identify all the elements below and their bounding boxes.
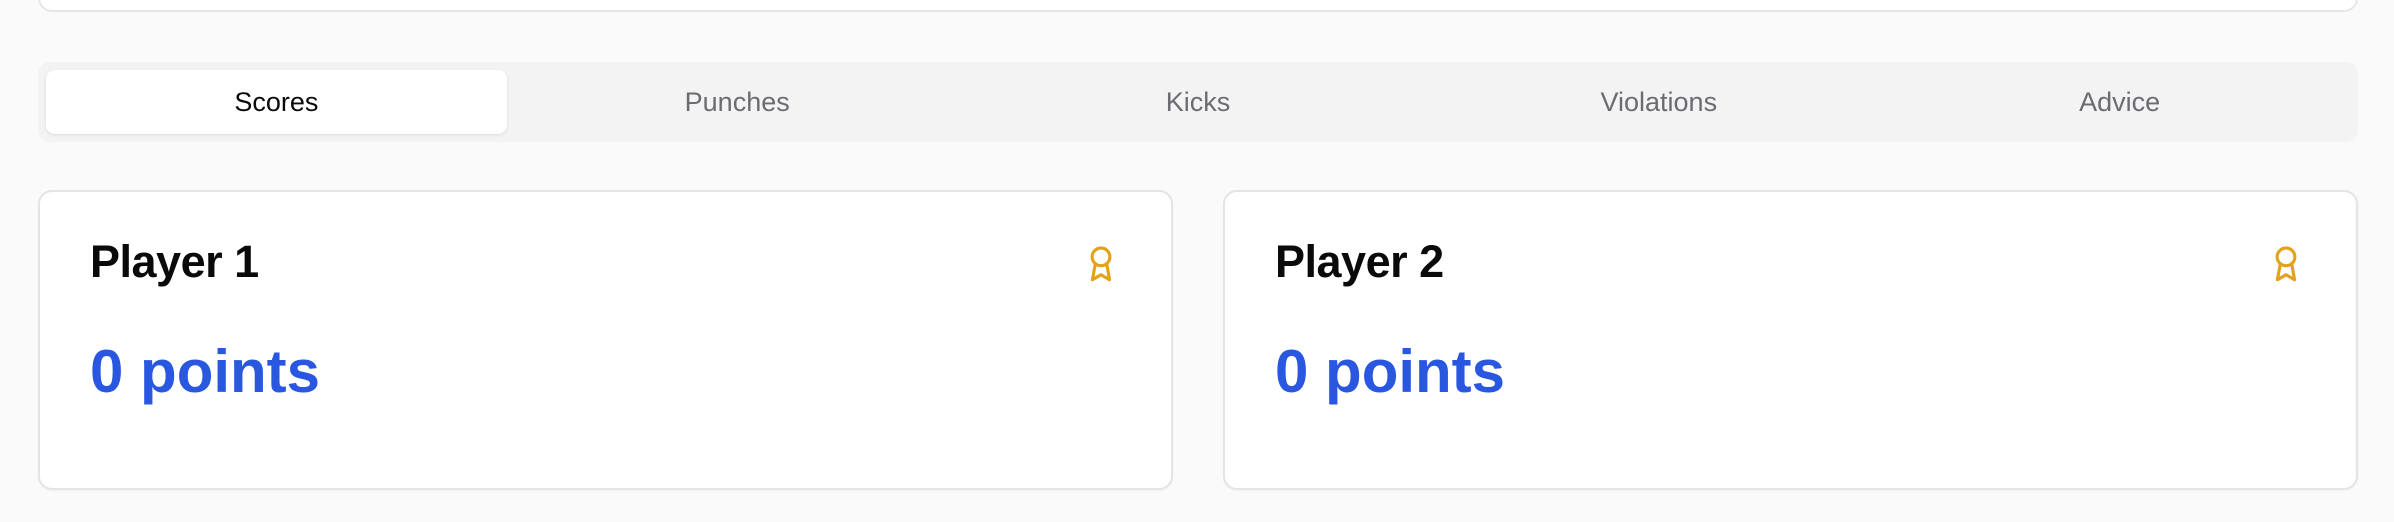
tab-kicks[interactable]: Kicks — [968, 70, 1429, 134]
tab-scores[interactable]: Scores — [46, 70, 507, 134]
tab-violations[interactable]: Violations — [1428, 70, 1889, 134]
player-points: 0 points — [1275, 338, 1506, 405]
tab-list: Scores Punches Kicks Violations Advice — [38, 62, 2358, 142]
player-1-card: Player 1 0 points — [38, 190, 1173, 490]
award-icon — [2275, 246, 2297, 282]
tab-punches[interactable]: Punches — [507, 70, 968, 134]
player-points: 0 points — [90, 338, 321, 405]
player-name: Player 2 — [1275, 236, 1444, 287]
player-name: Player 1 — [90, 236, 259, 287]
player-2-card: Player 2 0 points — [1223, 190, 2358, 490]
player-score-cards: Player 1 0 points Player 2 0 points — [38, 190, 2358, 490]
award-icon — [1090, 246, 1112, 282]
tab-advice[interactable]: Advice — [1889, 70, 2350, 134]
previous-panel — [38, 0, 2358, 12]
